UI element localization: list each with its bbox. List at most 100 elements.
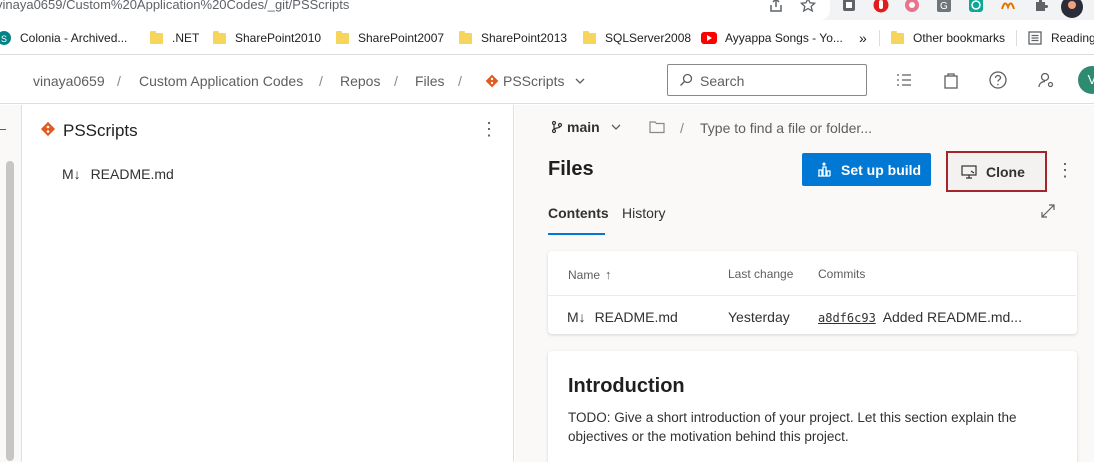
branch-icon <box>551 120 563 134</box>
clone-highlight-box <box>946 151 1047 192</box>
commit-message: Added README.md... <box>882 309 1022 325</box>
record-icon[interactable] <box>904 0 920 13</box>
breadcrumb-repo-label: PSScripts <box>503 73 565 89</box>
path-separator: / <box>680 120 684 136</box>
more-actions-icon[interactable]: ⋮ <box>1056 161 1074 179</box>
bookmark-sqlserver2008[interactable]: SQLServer2008 <box>583 29 691 47</box>
task-list-icon[interactable] <box>894 70 914 90</box>
row-last-change: Yesterday <box>728 309 790 325</box>
folder-icon <box>891 30 904 44</box>
chevron-down-icon <box>611 124 621 130</box>
svg-text:G: G <box>940 1 948 12</box>
more-options-icon[interactable]: ⋮ <box>480 120 498 138</box>
breadcrumb-separator: / <box>394 73 398 89</box>
tree-item-label: README.md <box>90 166 174 182</box>
bookmark-label: Ayyappa Songs - Yo... <box>725 31 843 45</box>
orange-extension-icon[interactable] <box>1000 0 1016 13</box>
readme-heading: Introduction <box>568 375 685 397</box>
branch-label: main <box>567 119 600 135</box>
folder-icon <box>336 30 349 44</box>
chevron-double-right-icon: » <box>859 30 867 46</box>
youtube-icon <box>701 32 717 44</box>
bookmark-colonia[interactable]: S Colonia - Archived... <box>0 29 127 47</box>
expand-fullscreen-icon[interactable] <box>1040 203 1056 219</box>
bookmark-ayyappa-songs[interactable]: Ayyappa Songs - Yo... <box>701 29 843 47</box>
left-rail <box>0 105 22 462</box>
branch-picker[interactable]: main <box>567 119 622 135</box>
folder-icon <box>213 30 226 44</box>
bookmark-sharepoint2013[interactable]: SharePoint2013 <box>459 29 567 47</box>
bookmarks-divider <box>1016 30 1017 46</box>
left-rail-scrollbar[interactable] <box>6 161 14 461</box>
teal-extension-icon[interactable] <box>968 0 984 13</box>
address-bar[interactable]: vinaya0659/Custom%20Application%20Codes/… <box>0 0 830 20</box>
bookmark-other[interactable]: Other bookmarks <box>891 29 1005 47</box>
collapse-handle-icon[interactable] <box>0 129 6 130</box>
column-header-commits: Commits <box>818 267 866 281</box>
bookmark-dotnet[interactable]: .NET <box>150 29 199 47</box>
reading-list-button[interactable]: Reading <box>1028 29 1094 47</box>
bookmark-label: Colonia - Archived... <box>20 31 128 45</box>
files-table: Name ↑ Last change Commits M↓ README.md … <box>548 251 1077 334</box>
breadcrumb-separator: / <box>117 73 121 89</box>
folder-icon <box>150 30 163 44</box>
search-icon <box>680 73 693 86</box>
column-header-name[interactable]: Name ↑ <box>568 267 612 282</box>
column-header-last-change: Last change <box>728 267 794 281</box>
share-icon[interactable] <box>768 0 784 13</box>
search-input[interactable]: Search <box>667 64 867 96</box>
reading-list-label: Reading <box>1051 31 1094 45</box>
path-search-input[interactable]: Type to find a file or folder... <box>700 120 872 136</box>
folder-icon <box>459 30 472 44</box>
bookmarks-bar: S Colonia - Archived... .NET SharePoint2… <box>0 20 1094 55</box>
shopping-bag-icon[interactable] <box>941 70 961 90</box>
tab-history[interactable]: History <box>622 205 666 221</box>
bookmark-sharepoint2007[interactable]: SharePoint2007 <box>336 29 444 47</box>
url-text: vinaya0659/Custom%20Application%20Codes/… <box>0 0 350 12</box>
readme-preview: Introduction TODO: Give a short introduc… <box>548 351 1077 462</box>
grammar-extension-icon[interactable]: G <box>936 0 952 13</box>
tree-item-readme[interactable]: M↓ README.md <box>62 166 174 182</box>
help-icon[interactable] <box>988 70 1008 90</box>
bookmark-star-icon[interactable] <box>800 0 816 13</box>
svg-text:S: S <box>1 34 7 44</box>
set-up-build-button[interactable]: Set up build <box>802 153 931 186</box>
breadcrumb-separator: / <box>458 73 462 89</box>
bookmark-label: .NET <box>172 31 200 45</box>
bookmarks-divider <box>879 30 880 46</box>
extension-icon[interactable] <box>842 0 856 12</box>
search-placeholder: Search <box>700 73 745 89</box>
breadcrumb-files[interactable]: Files <box>415 73 445 89</box>
breadcrumb-repo-picker[interactable]: PSScripts <box>485 73 586 89</box>
branch-path-bar: main / Type to find a file or folder... <box>515 105 1094 149</box>
set-up-build-label: Set up build <box>841 162 922 178</box>
repo-title: PSScripts <box>63 121 138 140</box>
repo-tree-pane: PSScripts ⋮ M↓ README.md <box>22 105 514 462</box>
readme-body: TODO: Give a short introduction of your … <box>568 410 1017 444</box>
adblock-icon[interactable] <box>873 0 889 13</box>
folder-outline-icon <box>649 121 665 134</box>
breadcrumb-repos[interactable]: Repos <box>340 73 380 89</box>
files-content-pane: main / Type to find a file or folder... … <box>515 105 1094 462</box>
user-settings-icon[interactable] <box>1036 70 1056 90</box>
row-commit-cell: a8df6c93 Added README.md... <box>818 309 1022 325</box>
bookmark-label: Other bookmarks <box>913 31 1006 45</box>
sharepoint-icon: S <box>0 31 11 45</box>
commit-id-link[interactable]: a8df6c93 <box>818 311 876 325</box>
tab-contents[interactable]: Contents <box>548 205 609 221</box>
profile-icon[interactable] <box>1061 0 1083 18</box>
breadcrumb-separator: / <box>319 73 323 89</box>
avatar[interactable]: V <box>1078 66 1094 94</box>
bookmarks-overflow-button[interactable]: » <box>859 29 867 47</box>
row-name-cell[interactable]: M↓ README.md <box>567 309 678 325</box>
breadcrumb-project[interactable]: Custom Application Codes <box>139 73 303 89</box>
bookmark-label: SharePoint2007 <box>358 31 445 45</box>
markdown-icon: M↓ <box>567 309 586 325</box>
reading-list-icon <box>1028 31 1042 45</box>
bookmark-sharepoint2010[interactable]: SharePoint2010 <box>213 29 321 47</box>
puzzle-icon[interactable] <box>1033 0 1049 13</box>
breadcrumb-organization[interactable]: vinaya0659 <box>33 73 105 89</box>
page-title: Files <box>548 158 594 180</box>
header-divider <box>548 295 1076 296</box>
row-name: README.md <box>594 309 678 325</box>
